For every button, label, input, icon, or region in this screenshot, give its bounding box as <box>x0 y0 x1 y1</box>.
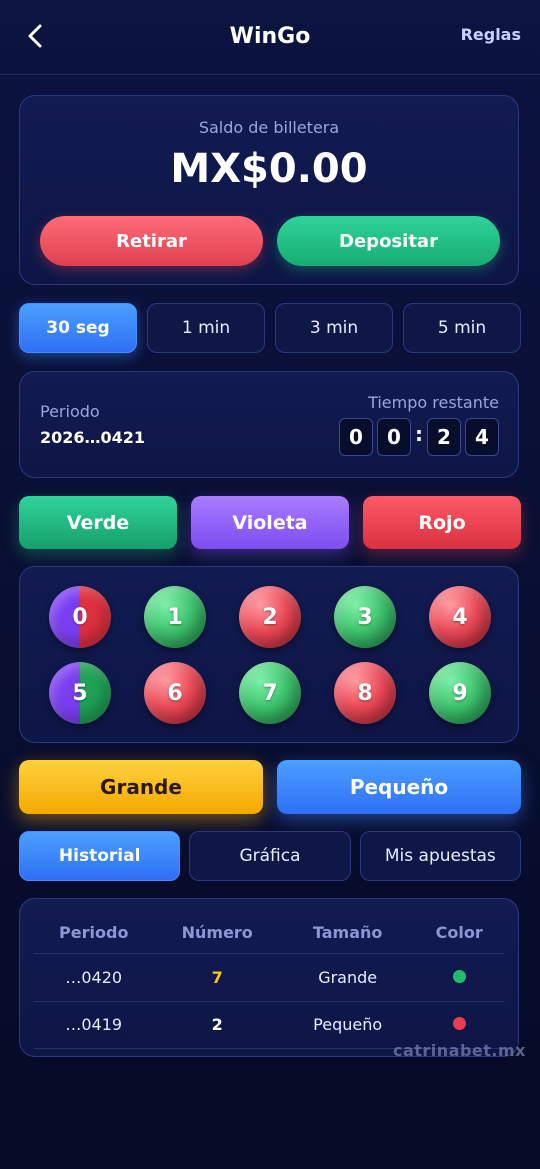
row-size: Pequeño <box>313 1015 383 1034</box>
period-number: 2026…0421 <box>40 428 146 447</box>
column-header-number: Número <box>181 922 253 942</box>
tab-5-min[interactable]: 5 min <box>403 303 521 353</box>
number-ball-0[interactable]: 0 <box>49 586 111 648</box>
number-ball-4[interactable]: 4 <box>429 586 491 648</box>
number-ball-5[interactable]: 5 <box>49 662 111 724</box>
number-ball-8[interactable]: 8 <box>334 662 396 724</box>
period-card: Periodo 2026…0421 Tiempo restante 0 0 : … <box>19 371 519 478</box>
row-number: 2 <box>211 1015 223 1034</box>
number-ball-9[interactable]: 9 <box>429 662 491 724</box>
bet-green-button[interactable]: Verde <box>19 496 177 549</box>
tab-3-min[interactable]: 3 min <box>275 303 393 353</box>
timer-digit: 2 <box>427 418 461 456</box>
history-table: Periodo Número Tamaño Color …0420 7 Gran… <box>19 898 519 1057</box>
number-ball-1[interactable]: 1 <box>144 586 206 648</box>
page-title: WinGo <box>229 24 311 49</box>
row-color <box>414 1015 504 1034</box>
watermark: catrinabet.mx <box>392 1041 526 1060</box>
bet-violet-button[interactable]: Violeta <box>191 496 349 549</box>
tab-1-min[interactable]: 1 min <box>147 303 265 353</box>
game-duration-tabs: 30 seg 1 min 3 min 5 min <box>19 303 521 353</box>
tab-30-seg[interactable]: 30 seg <box>19 303 137 353</box>
period-label: Periodo <box>40 402 100 421</box>
size-bet-row: Grande Pequeño <box>19 760 521 814</box>
time-remaining-label: Tiempo restante <box>368 393 499 412</box>
column-header-period: Periodo <box>59 922 129 942</box>
app-header: WinGo Reglas <box>0 0 540 75</box>
bet-red-button[interactable]: Rojo <box>363 496 521 549</box>
wallet-label: Saldo de billetera <box>198 118 340 137</box>
timer-colon: : <box>415 422 423 446</box>
column-header-color: Color <box>435 922 483 942</box>
row-period: …0419 <box>65 1015 123 1034</box>
number-ball-7[interactable]: 7 <box>239 662 301 724</box>
timer-digit: 0 <box>377 418 411 456</box>
number-grid: 0 1 2 3 4 5 6 7 8 9 <box>19 566 519 743</box>
history-tabs: Historial Gráfica Mis apuestas <box>19 831 521 881</box>
row-period: …0420 <box>65 968 123 987</box>
number-ball-3[interactable]: 3 <box>334 586 396 648</box>
countdown-timer: 0 0 : 2 4 <box>339 418 499 456</box>
number-ball-6[interactable]: 6 <box>144 662 206 724</box>
number-ball-2[interactable]: 2 <box>239 586 301 648</box>
rules-link[interactable]: Reglas <box>461 25 521 44</box>
table-header: Periodo Número Tamaño Color <box>34 911 504 954</box>
table-row: …0420 7 Grande <box>34 954 504 1002</box>
timer-digit: 4 <box>465 418 499 456</box>
wallet-balance: MX$0.00 <box>170 146 368 192</box>
color-dot-icon <box>452 970 466 983</box>
color-dot-icon <box>452 1017 466 1030</box>
color-bet-row: Verde Violeta Rojo <box>19 496 521 549</box>
row-number: 7 <box>211 968 223 987</box>
withdraw-button[interactable]: Retirar <box>40 216 263 266</box>
back-arrow-icon[interactable] <box>22 22 50 50</box>
timer-digit: 0 <box>339 418 373 456</box>
tab-my-bets[interactable]: Mis apuestas <box>359 831 521 881</box>
tab-chart[interactable]: Gráfica <box>189 831 351 881</box>
row-size: Grande <box>318 968 378 987</box>
row-color <box>414 968 504 987</box>
wallet-card: Saldo de billetera MX$0.00 Retirar Depos… <box>19 95 519 285</box>
tab-history[interactable]: Historial <box>19 831 181 881</box>
bet-big-button[interactable]: Grande <box>19 760 263 814</box>
bet-small-button[interactable]: Pequeño <box>277 760 521 814</box>
deposit-button[interactable]: Depositar <box>277 216 500 266</box>
column-header-size: Tamaño <box>312 922 383 942</box>
